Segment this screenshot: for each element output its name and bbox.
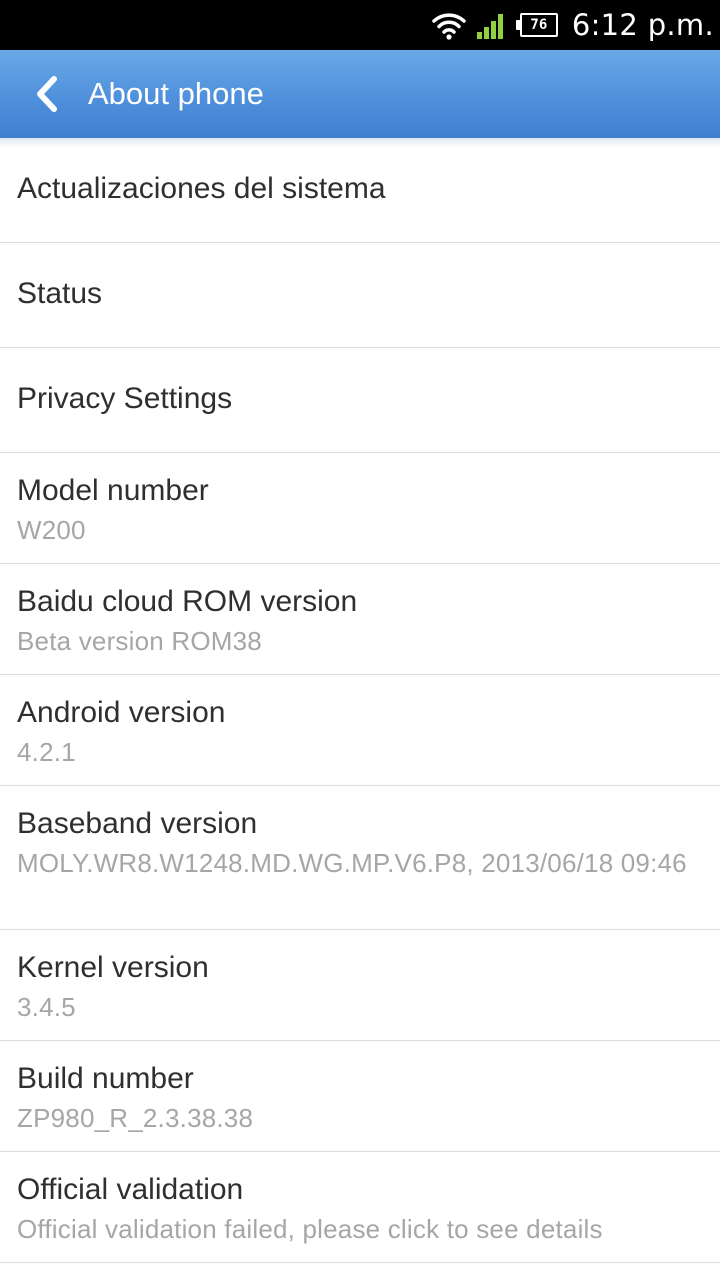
item-title: Build number [17,1062,194,1095]
list-item-build-number[interactable]: Build number ZP980_R_2.3.38.38 [0,1041,720,1152]
item-title: Android version [17,696,226,729]
item-title: Baseband version [17,807,258,840]
list-item-model-number[interactable]: Model number W200 [0,453,720,564]
action-bar: About phone [0,50,720,148]
item-summary: MOLY.WR8.W1248.MD.WG.MP.V6.P8, 2013/06/1… [17,848,687,878]
status-bar: 76 6:12 p.m. [0,0,720,50]
status-icons: 76 6:12 p.m. [432,0,714,50]
list-item-kernel-version[interactable]: Kernel version 3.4.5 [0,930,720,1041]
list-item-rom-version[interactable]: Baidu cloud ROM version Beta version ROM… [0,564,720,675]
status-clock: 6:12 p.m. [571,8,714,42]
list-item-android-version[interactable]: Android version 4.2.1 [0,675,720,786]
page-title: About phone [88,76,264,111]
battery-level: 76 [530,17,548,33]
item-title: Kernel version [17,951,209,984]
item-title: Actualizaciones del sistema [17,172,386,205]
wifi-icon [432,13,466,40]
list-item-system-updates[interactable]: Actualizaciones del sistema [0,138,720,243]
list-item-privacy-settings[interactable]: Privacy Settings [0,348,720,453]
chevron-left-icon [37,76,57,112]
battery-icon: 76 [515,13,558,37]
list-item-baseband-version[interactable]: Baseband version MOLY.WR8.W1248.MD.WG.MP… [0,786,720,930]
item-title: Model number [17,474,209,507]
list-item-status[interactable]: Status [0,243,720,348]
item-summary: Official validation failed, please click… [17,1214,603,1244]
signal-icon [476,14,503,39]
item-title: Status [17,277,103,310]
item-summary: 3.4.5 [17,992,76,1022]
list-item-official-validation[interactable]: Official validation Official validation … [0,1152,720,1263]
item-summary: 4.2.1 [17,737,76,767]
item-summary: W200 [17,515,86,545]
settings-list: Actualizaciones del sistema Status Priva… [0,138,720,1263]
item-summary: ZP980_R_2.3.38.38 [17,1103,254,1133]
item-title: Baidu cloud ROM version [17,585,358,618]
item-title: Official validation [17,1173,244,1206]
item-summary: Beta version ROM38 [17,626,262,656]
item-title: Privacy Settings [17,382,233,415]
back-button[interactable] [20,64,72,124]
